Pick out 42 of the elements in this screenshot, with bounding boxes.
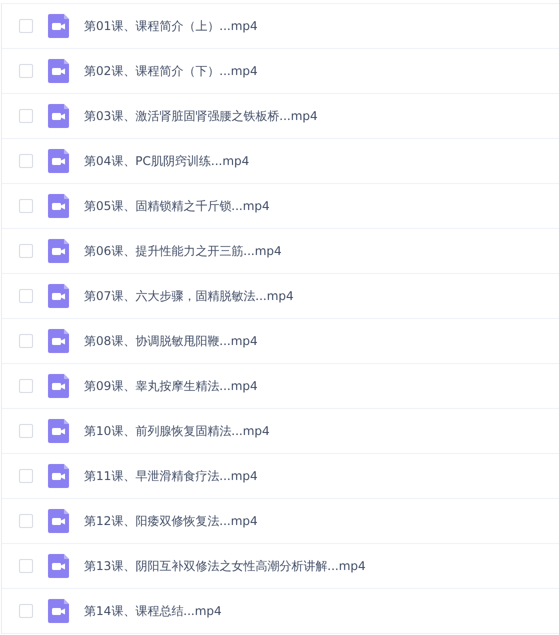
file-name[interactable]: 第05课、固精锁精之千斤锁...mp4: [84, 197, 270, 215]
file-name[interactable]: 第10课、前列腺恢复固精法...mp4: [84, 422, 270, 440]
checkbox[interactable]: [19, 514, 33, 528]
video-file-icon: [48, 284, 69, 308]
checkbox[interactable]: [19, 334, 33, 348]
video-file-icon: [48, 599, 69, 623]
file-name[interactable]: 第02课、课程简介（下）...mp4: [84, 62, 258, 80]
file-name[interactable]: 第09课、睾丸按摩生精法...mp4: [84, 377, 258, 395]
video-file-icon: [48, 239, 69, 263]
checkbox[interactable]: [19, 154, 33, 168]
file-name[interactable]: 第03课、激活肾脏固肾强腰之铁板桥...mp4: [84, 107, 318, 125]
checkbox[interactable]: [19, 64, 33, 78]
video-file-icon: [48, 14, 69, 38]
video-file-icon: [48, 194, 69, 218]
file-name[interactable]: 第14课、课程总结...mp4: [84, 602, 222, 620]
checkbox[interactable]: [19, 19, 33, 33]
file-name[interactable]: 第07课、六大步骤，固精脱敏法...mp4: [84, 287, 294, 305]
file-name[interactable]: 第08课、协调脱敏甩阳鞭...mp4: [84, 332, 258, 350]
checkbox[interactable]: [19, 559, 33, 573]
video-file-icon: [48, 374, 69, 398]
video-file-icon: [48, 104, 69, 128]
checkbox[interactable]: [19, 199, 33, 213]
file-name[interactable]: 第06课、提升性能力之开三筋...mp4: [84, 242, 282, 260]
video-file-icon: [48, 509, 69, 533]
checkbox[interactable]: [19, 604, 33, 618]
video-file-icon: [48, 59, 69, 83]
file-name[interactable]: 第04课、PC肌阴窍训练...mp4: [84, 152, 250, 170]
checkbox[interactable]: [19, 469, 33, 483]
video-file-icon: [48, 149, 69, 173]
checkbox[interactable]: [19, 379, 33, 393]
checkbox[interactable]: [19, 424, 33, 438]
video-file-icon: [48, 554, 69, 578]
checkbox[interactable]: [19, 109, 33, 123]
checkbox[interactable]: [19, 289, 33, 303]
file-name[interactable]: 第12课、阳痿双修恢复法...mp4: [84, 512, 258, 530]
file-name[interactable]: 第11课、早泄滑精食疗法...mp4: [84, 467, 258, 485]
file-name[interactable]: 第13课、阴阳互补双修法之女性高潮分析讲解...mp4: [84, 557, 366, 575]
video-file-icon: [48, 329, 69, 353]
checkbox[interactable]: [19, 244, 33, 258]
file-name[interactable]: 第01课、课程简介（上）...mp4: [84, 17, 258, 35]
video-file-icon: [48, 419, 69, 443]
video-file-icon: [48, 464, 69, 488]
